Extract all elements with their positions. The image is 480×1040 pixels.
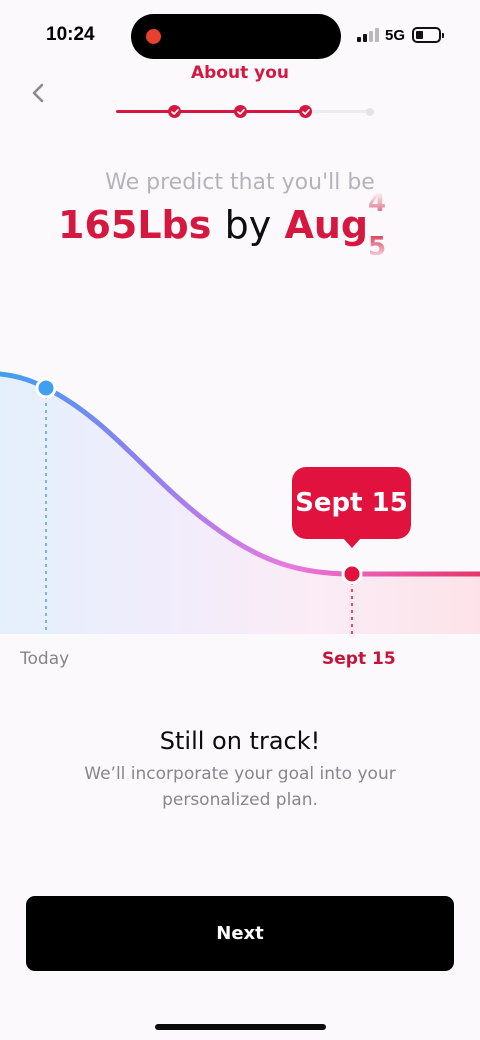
chevron-left-icon xyxy=(32,83,44,103)
tooltip-label: Sept 15 xyxy=(295,488,408,518)
dynamic-island xyxy=(131,14,341,59)
check-icon xyxy=(236,108,245,115)
status-description: We’ll incorporate your goal into your pe… xyxy=(84,764,396,810)
goal-month: Aug xyxy=(284,203,369,247)
prediction-connector: by xyxy=(224,203,272,247)
progress-step-complete xyxy=(168,105,181,118)
page-title: About you xyxy=(190,63,289,83)
check-icon xyxy=(301,108,310,115)
prediction-headline: 165Lbs by Aug xyxy=(58,203,368,247)
progress-fill xyxy=(116,110,304,113)
progress-step-complete xyxy=(234,105,247,118)
status-title: Still on track! xyxy=(159,727,321,755)
goal-point xyxy=(341,563,363,585)
progress-step-pending xyxy=(366,108,374,116)
rolling-day-digits: 4 5 xyxy=(368,192,398,262)
goal-date-tooltip: Sept 15 xyxy=(292,467,411,548)
recording-indicator-icon xyxy=(146,29,161,44)
check-icon xyxy=(170,108,179,115)
home-indicator[interactable] xyxy=(155,1024,326,1030)
cellular-signal-icon xyxy=(357,28,379,42)
status-time: 10:24 xyxy=(46,24,95,45)
axis-end-label: Sept 15 xyxy=(322,649,396,669)
progress-step-complete xyxy=(299,105,312,118)
goal-weight: 165Lbs xyxy=(58,203,212,247)
next-button[interactable]: Next xyxy=(26,896,454,971)
onboarding-progress xyxy=(116,104,376,120)
axis-start-label: Today xyxy=(20,649,70,669)
network-type: 5G xyxy=(385,27,406,44)
battery-icon xyxy=(412,27,444,43)
prediction-intro: We predict that you'll be xyxy=(105,170,375,195)
today-point xyxy=(35,377,57,399)
next-button-label: Next xyxy=(216,923,264,944)
